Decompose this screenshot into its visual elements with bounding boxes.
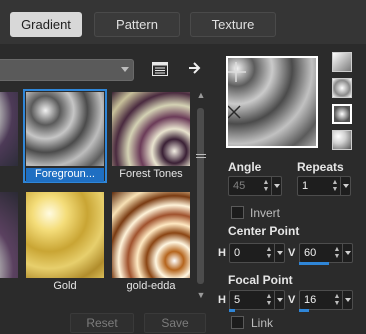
scroll-up-icon[interactable]: ▲ — [196, 90, 206, 100]
gradient-thumbnail — [0, 192, 18, 278]
focal-h-value: 5 — [234, 294, 241, 306]
gradient-thumbnail — [112, 192, 190, 278]
gradient-label: Forest Tones — [119, 168, 183, 180]
tab-texture[interactable]: Texture — [190, 12, 276, 37]
tab-pattern[interactable]: Pattern — [94, 12, 180, 37]
gradient-thumbnail — [26, 192, 104, 278]
gradient-tile-gold[interactable]: Gold — [26, 192, 104, 292]
focal-h-spinbox[interactable]: 5 ▲ ▼ — [229, 290, 285, 310]
gradient-tile-gold-edda[interactable]: gold-edda — [112, 192, 190, 292]
gradient-tile[interactable] — [0, 192, 18, 278]
gradient-list-scrollbar[interactable]: ▲ ▼ — [194, 88, 208, 302]
preview-handles — [228, 62, 246, 119]
spin-arrows-icon[interactable]: ▲ ▼ — [333, 246, 341, 260]
dropdown-icon[interactable] — [342, 291, 352, 309]
focal-v-label: V — [288, 294, 296, 306]
gradient-thumbnail — [26, 92, 104, 166]
sunburst-style-icon[interactable] — [332, 104, 352, 124]
scrollbar-thumb[interactable] — [197, 108, 204, 284]
dropdown-icon[interactable] — [271, 177, 281, 195]
focal-v-slider[interactable] — [299, 309, 309, 312]
repeats-value: 1 — [302, 180, 309, 192]
dropdown-icon[interactable] — [342, 244, 352, 262]
spin-arrows-icon[interactable]: ▲ ▼ — [333, 293, 341, 307]
gradient-preview[interactable] — [226, 56, 318, 148]
tab-bar: Gradient Pattern Texture — [0, 0, 366, 44]
dropdown-icon[interactable] — [274, 244, 284, 262]
angle-value: 45 — [233, 180, 246, 192]
center-v-value: 60 — [304, 247, 317, 259]
save-button[interactable]: Save — [144, 313, 206, 333]
gradient-label: gold-edda — [126, 280, 176, 292]
radial-style-icon[interactable] — [332, 130, 352, 150]
dropdown-icon[interactable] — [340, 177, 350, 195]
angle-label: Angle — [228, 160, 262, 174]
center-h-spinbox[interactable]: 0 ▲ ▼ — [229, 243, 285, 263]
gradient-thumbnail — [112, 92, 190, 166]
gradient-label — [0, 168, 18, 182]
link-label: Link — [251, 316, 274, 330]
center-h-value: 0 — [234, 247, 241, 259]
focal-v-spinbox[interactable]: 16 ▲ ▼ — [299, 290, 353, 310]
list-view-icon[interactable] — [151, 60, 169, 78]
focal-v-value: 16 — [304, 294, 317, 306]
repeats-spinbox[interactable]: 1 ▲ ▼ — [297, 176, 351, 196]
spin-arrows-icon[interactable]: ▲ ▼ — [262, 179, 270, 193]
gradient-tile-forest-tones[interactable]: Forest Tones — [112, 92, 190, 180]
arrow-right-icon[interactable] — [186, 59, 204, 77]
scrollbar-grip-icon — [196, 152, 206, 162]
spin-arrows-icon[interactable]: ▲ ▼ — [265, 246, 273, 260]
linear-style-icon[interactable] — [332, 52, 352, 72]
spin-arrows-icon[interactable]: ▲ ▼ — [265, 293, 273, 307]
repeats-label: Repeats — [297, 160, 344, 174]
center-v-spinbox[interactable]: 60 ▲ ▼ — [299, 243, 353, 263]
tab-gradient[interactable]: Gradient — [10, 12, 82, 37]
invert-checkbox[interactable] — [231, 206, 244, 219]
focal-point-label: Focal Point — [228, 273, 293, 287]
focal-h-slider[interactable] — [229, 309, 235, 312]
angle-spinbox[interactable]: 45 ▲ ▼ — [228, 176, 282, 196]
center-h-label: H — [218, 247, 226, 259]
gradient-tile-foreground[interactable]: Foregroun... — [23, 89, 107, 183]
gradient-label: Gold — [53, 280, 77, 292]
gradient-tile[interactable] — [0, 92, 18, 166]
gradient-label — [0, 280, 18, 294]
gradient-grid: Foregroun... Forest Tones Gold gold-edda — [0, 88, 192, 302]
scroll-down-icon[interactable]: ▼ — [196, 290, 206, 300]
gradient-label: Foregroun... — [26, 168, 104, 182]
invert-label: Invert — [250, 206, 281, 220]
spin-arrows-icon[interactable]: ▲ ▼ — [331, 179, 339, 193]
chevron-down-icon — [121, 67, 129, 72]
rectangular-style-icon[interactable] — [332, 78, 352, 98]
category-dropdown[interactable] — [0, 59, 134, 81]
reset-button[interactable]: Reset — [70, 313, 134, 333]
center-v-slider[interactable] — [299, 262, 329, 265]
center-point-label: Center Point — [228, 224, 300, 238]
focal-h-label: H — [218, 294, 226, 306]
gradient-thumbnail — [0, 92, 18, 166]
link-checkbox[interactable] — [231, 316, 244, 329]
dropdown-icon[interactable] — [274, 291, 284, 309]
center-v-label: V — [288, 247, 296, 259]
